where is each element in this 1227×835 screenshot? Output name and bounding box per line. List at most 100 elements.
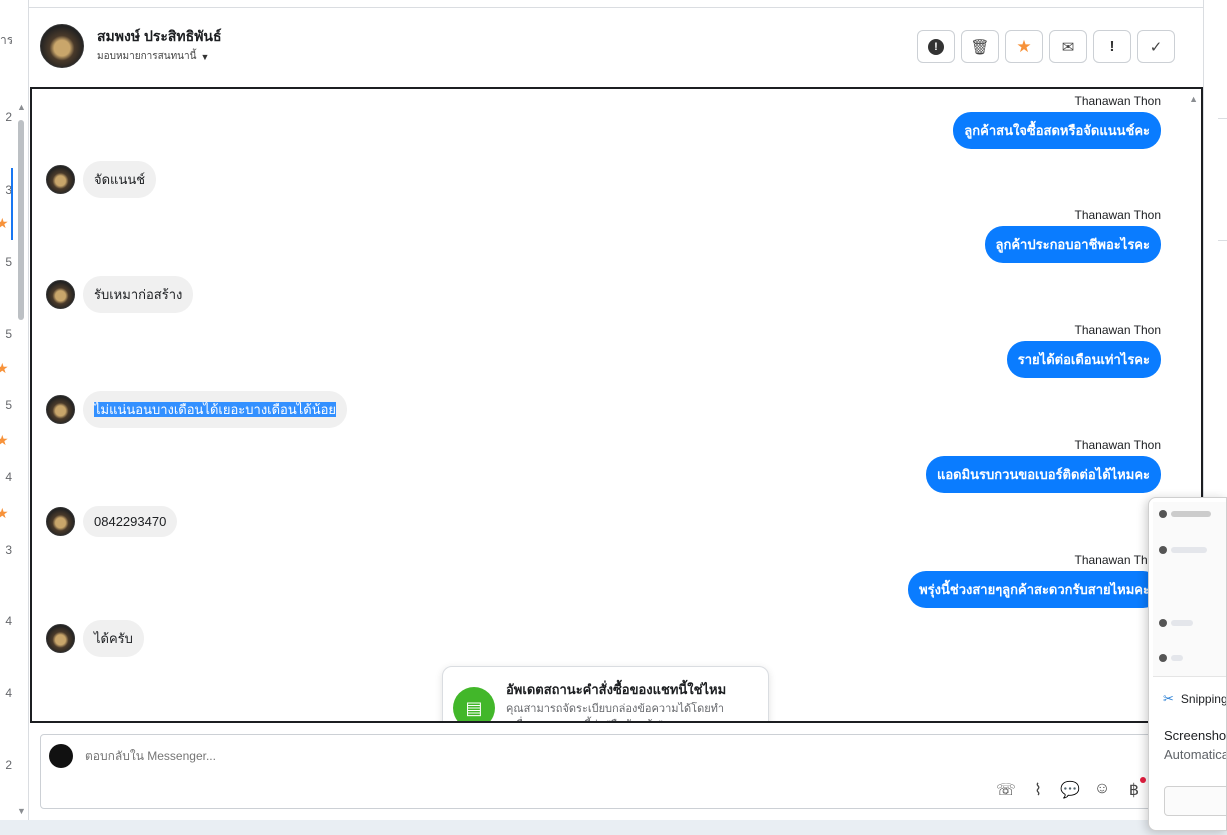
contact-avatar[interactable]	[40, 24, 84, 68]
star-icon: ★	[1016, 36, 1032, 56]
contact-avatar	[46, 165, 75, 194]
list-fragment: 4	[5, 614, 12, 628]
list-fragment: 2	[5, 110, 12, 124]
list-scrollbar[interactable]: ▲ ▼	[15, 100, 28, 820]
mark-unread-button[interactable]: ✉	[1049, 30, 1087, 63]
receipt-icon: ▤	[453, 687, 495, 721]
selected-indicator	[11, 168, 13, 240]
outgoing-message: Thanawan Thon พรุ่งนี้ช่วงสายๆลูกค้าสะดว…	[908, 553, 1161, 608]
scroll-down-icon[interactable]: ▼	[17, 806, 26, 816]
baht-icon[interactable]: ฿	[1124, 777, 1146, 800]
incoming-message: 0842293470	[46, 506, 178, 537]
thumb-bubble	[1171, 547, 1207, 553]
conversation-list-edge: าร 2 3 ★ 5 5 ★ 5 ★ 4 ★ 3 4 4 2 ▲ ▼	[0, 0, 29, 820]
sender-name: Thanawan Thon	[1074, 553, 1161, 567]
sender-name: Thanawan Thon	[1074, 323, 1161, 337]
contact-avatar	[46, 624, 75, 653]
incoming-message: รับเหมาก่อสร้าง	[46, 276, 194, 313]
incoming-message: ได้ครับ	[46, 620, 144, 657]
thumb-avatar	[1159, 619, 1167, 627]
alert-circle-icon: !	[928, 38, 944, 55]
check-icon: ✓	[1149, 38, 1163, 56]
incoming-message: จัดแนนช์	[46, 161, 157, 198]
message-thread[interactable]: ▲ Thanawan Thon ลูกค้าสนใจซื้อสดหรือจัดแ…	[30, 87, 1203, 723]
message-bubble[interactable]: จัดแนนช์	[83, 161, 157, 198]
sender-name: Thanawan Thon	[1074, 208, 1161, 222]
snipping-tool-notification[interactable]: ✂ Snipping Tool Screenshot copied to cli…	[1148, 497, 1227, 831]
outgoing-message: Thanawan Thon รายได้ต่อเดือนเท่าไรคะ	[1006, 323, 1161, 378]
sender-name: Thanawan Thon	[1074, 438, 1161, 452]
message-bubble[interactable]: ลูกค้าประกอบอาชีพอะไรคะ	[984, 226, 1161, 263]
list-fragment: 5	[5, 327, 12, 341]
bottom-band	[0, 820, 1227, 835]
star-button[interactable]: ★	[1005, 30, 1043, 63]
selected-text[interactable]: ไม่แน่นอนบางเดือนได้เยอะบางเดือนได้น้อย	[94, 402, 337, 417]
reply-input[interactable]	[85, 749, 785, 763]
saved-reply-icon[interactable]: 💬	[1060, 780, 1080, 800]
emoji-icon[interactable]: ☺	[1092, 780, 1112, 800]
thumb-avatar	[1159, 546, 1167, 554]
add-call-icon[interactable]: ☏	[996, 780, 1016, 800]
scrollbar-thumb[interactable]	[18, 120, 24, 320]
list-fragment: 4	[5, 686, 12, 700]
mark-done-button[interactable]: ✓	[1137, 30, 1175, 63]
scissors-icon: ✂	[1163, 691, 1174, 706]
prompt-body: คุณสามารถจัดระเบียบกล่องข้อความได้โดยทำเ…	[506, 703, 725, 721]
contact-name[interactable]: สมพงษ์ ประสิทธิพันธ์	[97, 26, 222, 48]
message-bubble[interactable]: แอดมินรบกวนขอเบอร์ติดต่อได้ไหมคะ	[925, 456, 1161, 493]
contact-avatar	[46, 507, 75, 536]
exclamation-icon: !	[1109, 38, 1115, 55]
divider	[1218, 118, 1227, 119]
message-bubble[interactable]: รายได้ต่อเดือนเท่าไรคะ	[1006, 341, 1161, 378]
outgoing-message: Thanawan Thon แอดมินรบกวนขอเบอร์ติดต่อได…	[925, 438, 1161, 493]
list-fragment: 3	[5, 543, 12, 557]
scroll-up-icon[interactable]: ▲	[1189, 94, 1198, 104]
assign-conversation-dropdown[interactable]: มอบหมายการสนทนานี้ ▼	[97, 49, 209, 64]
divider	[1218, 240, 1227, 241]
thumb-avatar	[1159, 510, 1167, 518]
contact-avatar	[46, 280, 75, 309]
star-icon: ★	[0, 505, 9, 522]
reply-composer: ☏ ⌇ 💬 ☺ ฿	[40, 734, 1200, 809]
follow-up-button[interactable]: !	[1093, 30, 1131, 63]
notification-action-button[interactable]	[1164, 786, 1226, 816]
scroll-up-icon[interactable]: ▲	[17, 102, 26, 112]
header-actions: ! 🗑 ★ ✉ ! ✓	[917, 30, 1175, 63]
caret-down-icon: ▼	[200, 51, 210, 62]
thumb-bubble	[1171, 620, 1193, 626]
contact-avatar	[46, 395, 75, 424]
top-divider	[29, 0, 1203, 8]
list-fragment: 5	[5, 255, 12, 269]
thumb-avatar	[1159, 654, 1167, 662]
list-fragment: าร	[0, 33, 12, 47]
outgoing-message: Thanawan Thon ลูกค้าประกอบอาชีพอะไรคะ	[984, 208, 1161, 263]
app-name: Snipping Tool	[1180, 692, 1227, 706]
screenshot-thumbnail[interactable]	[1153, 502, 1226, 677]
snipping-tool-app: ✂ Snipping Tool	[1163, 691, 1227, 707]
message-bubble[interactable]: 0842293470	[83, 506, 178, 537]
message-bubble[interactable]: ลูกค้าสนใจซื้อสดหรือจัดแนนช์คะ	[953, 112, 1161, 149]
composer-toolbar: ☏ ⌇ 💬 ☺ ฿	[996, 777, 1146, 800]
message-bubble[interactable]: รับเหมาก่อสร้าง	[83, 276, 194, 313]
star-icon: ★	[0, 432, 9, 449]
mark-spam-button[interactable]: !	[917, 30, 955, 63]
mark-unread-icon: ✉	[1061, 38, 1075, 56]
delete-button[interactable]: 🗑	[961, 30, 999, 63]
list-fragment: 5	[5, 398, 12, 412]
message-bubble[interactable]: ได้ครับ	[83, 620, 144, 657]
conversation-header: สมพงษ์ ประสิทธิพันธ์ มอบหมายการสนทนานี้ …	[29, 9, 1203, 87]
thumb-bubble	[1171, 655, 1183, 661]
attach-icon[interactable]: ⌇	[1028, 780, 1048, 800]
assign-label: มอบหมายการสนทนานี้	[97, 51, 197, 62]
sender-name: Thanawan Thon	[1074, 94, 1161, 108]
outgoing-message: Thanawan Thon ลูกค้าสนใจซื้อสดหรือจัดแนน…	[953, 94, 1161, 149]
message-bubble[interactable]: พรุ่งนี้ช่วงสายๆลูกค้าสะดวกรับสายไหมคะ	[908, 571, 1161, 608]
order-status-prompt[interactable]: ▤ อัพเดตสถานะคำสั่งซื้อของแชทนี้ใช่ไหม ค…	[442, 666, 769, 721]
star-icon: ★	[0, 360, 9, 377]
thumb-line	[1171, 511, 1211, 517]
list-fragment: 4	[5, 470, 12, 484]
star-icon: ★	[0, 215, 9, 232]
notification-title: Screenshot copied to clipboard	[1164, 728, 1227, 743]
incoming-message: ไม่แน่นอนบางเดือนได้เยอะบางเดือนได้น้อย	[46, 391, 348, 428]
message-bubble[interactable]: ไม่แน่นอนบางเดือนได้เยอะบางเดือนได้น้อย	[83, 391, 348, 428]
